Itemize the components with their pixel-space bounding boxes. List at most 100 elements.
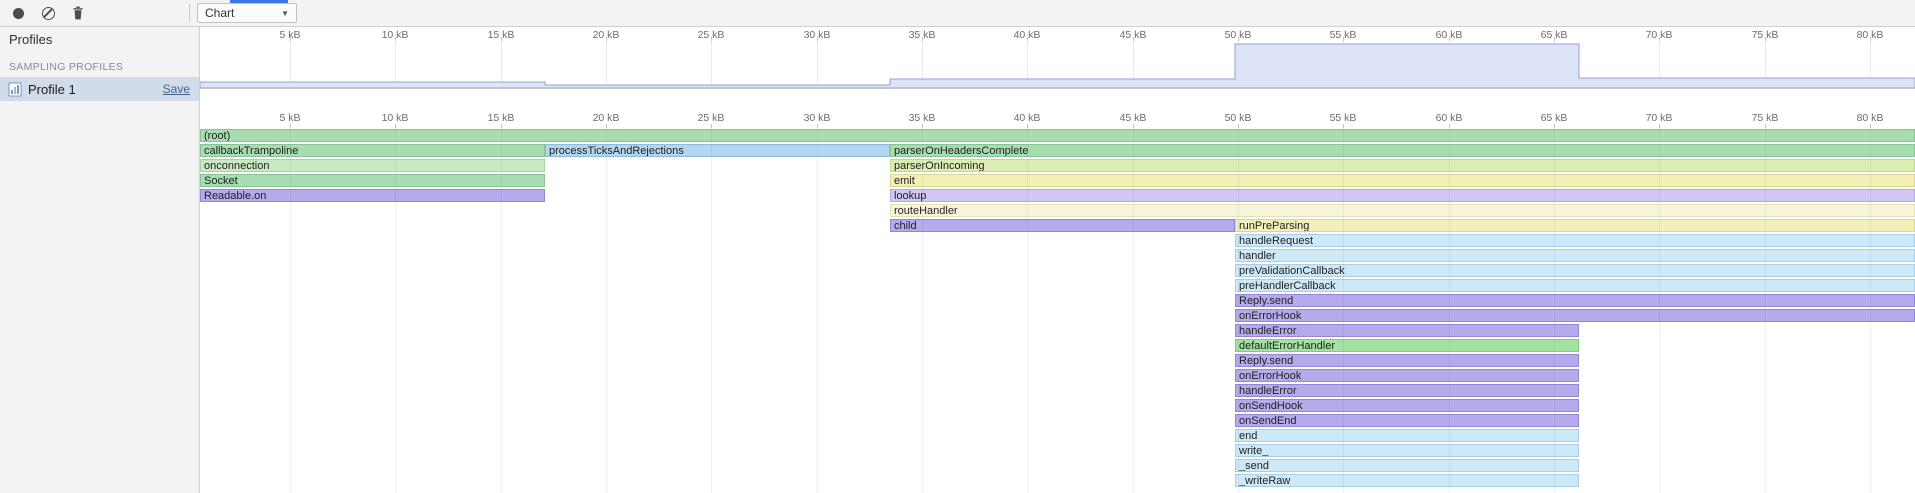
sidebar: Profiles SAMPLING PROFILES Profile 1 Sav…: [0, 27, 200, 493]
flame-bar[interactable]: onconnection: [200, 159, 545, 172]
profile-icon: [8, 82, 22, 97]
flame-bar[interactable]: emit: [890, 174, 1915, 187]
flame-bar[interactable]: routeHandler: [890, 204, 1915, 217]
ruler-tick-label: 35 kB: [909, 112, 936, 124]
ruler-tick-label: 25 kB: [698, 112, 725, 124]
ruler-tick-label: 80 kB: [1857, 112, 1884, 124]
flame-row: preHandlerCallback: [200, 278, 1915, 293]
delete-profile-button[interactable]: [65, 1, 91, 25]
flame-bar[interactable]: lookup: [890, 189, 1915, 202]
ruler-tick-label: 70 kB: [1646, 29, 1673, 41]
flame-row: handleError: [200, 323, 1915, 338]
toolbar-divider: [189, 4, 190, 22]
view-mode-select[interactable]: Chart ▼: [197, 3, 297, 23]
ruler-tick-label: 30 kB: [804, 29, 831, 41]
flame-row: preValidationCallback: [200, 263, 1915, 278]
profile-name: Profile 1: [28, 82, 76, 97]
chart-area: 5 kB 10 kB 15 kB 20 kB 25 kB 30 kB 35 kB 40 kB 4…: [200, 27, 1915, 493]
flame-bar[interactable]: Reply.send: [1235, 294, 1915, 307]
flame-row: routeHandler: [200, 203, 1915, 218]
ruler-tick-label: 10 kB: [382, 29, 409, 41]
flame-row: Readable.on lookup: [200, 188, 1915, 203]
flame-row: onSendEnd: [200, 413, 1915, 428]
flame-bar[interactable]: write_: [1235, 444, 1579, 457]
flame-row: Socket emit: [200, 173, 1915, 188]
sidebar-item-profile-1[interactable]: Profile 1 Save: [0, 77, 199, 101]
flame-rows: (root)callbackTrampolineprocessTicksAndR…: [200, 128, 1915, 493]
flame-bar[interactable]: (root): [200, 129, 1915, 142]
toolbar: Chart ▼: [0, 0, 1915, 27]
flame-bar[interactable]: _writeRaw: [1235, 474, 1579, 487]
flame-bar[interactable]: onErrorHook: [1235, 309, 1915, 322]
flame-bar[interactable]: parserOnIncoming: [890, 159, 1915, 172]
flame-bar[interactable]: onSendHook: [1235, 399, 1579, 412]
ruler-tick-label: 20 kB: [593, 29, 620, 41]
ruler-tick-label: 65 kB: [1541, 29, 1568, 41]
ruler-tick-label: 65 kB: [1541, 112, 1568, 124]
flame-bar[interactable]: Reply.send: [1235, 354, 1579, 367]
ruler-tick-label: 75 kB: [1752, 112, 1779, 124]
chevron-down-icon: ▼: [281, 9, 289, 18]
flame-row: childrunPreParsing: [200, 218, 1915, 233]
flame-bar[interactable]: preValidationCallback: [1235, 264, 1915, 277]
flame-bar[interactable]: child: [890, 219, 1235, 232]
flame-bar[interactable]: onSendEnd: [1235, 414, 1579, 427]
flame-bar[interactable]: processTicksAndRejections: [545, 144, 890, 157]
ruler-tick-label: 55 kB: [1330, 29, 1357, 41]
ruler-tick-label: 5 kB: [279, 112, 300, 124]
ruler-tick-label: 15 kB: [488, 29, 515, 41]
overview-graph[interactable]: [200, 41, 1915, 88]
flame-row: onErrorHook: [200, 368, 1915, 383]
flame-bar[interactable]: runPreParsing: [1235, 219, 1915, 232]
flame-bar[interactable]: handleError: [1235, 384, 1579, 397]
ruler-tick-label: 5 kB: [279, 29, 300, 41]
ruler-tick-label: 30 kB: [804, 112, 831, 124]
flame-row: (root): [200, 128, 1915, 143]
sampling-profiles-header: SAMPLING PROFILES: [0, 53, 199, 77]
ruler-tick-label: 75 kB: [1752, 29, 1779, 41]
ruler-tick-label: 45 kB: [1120, 29, 1147, 41]
ruler-tick-label: 50 kB: [1225, 112, 1252, 124]
flame-bar[interactable]: end: [1235, 429, 1579, 442]
memory-profiler-panel: Chart ▼ Profiles SAMPLING PROFILES Profi…: [0, 0, 1915, 493]
ruler-tick-label: 35 kB: [909, 29, 936, 41]
flame-bar[interactable]: handleRequest: [1235, 234, 1915, 247]
ruler-tick-label: 20 kB: [593, 112, 620, 124]
record-icon: [13, 8, 24, 19]
ruler-tick-label: 40 kB: [1014, 112, 1041, 124]
ruler-tick-label: 70 kB: [1646, 112, 1673, 124]
flame-bar[interactable]: _send: [1235, 459, 1579, 472]
flame-row: write_: [200, 443, 1915, 458]
active-tab-indicator: [230, 0, 288, 3]
flame-row: handler: [200, 248, 1915, 263]
ruler-tick-label: 45 kB: [1120, 112, 1147, 124]
flame-bar[interactable]: callbackTrampoline: [200, 144, 545, 157]
ruler-tick-label: 60 kB: [1436, 112, 1463, 124]
flame-row: defaultErrorHandler: [200, 338, 1915, 353]
ruler-tick-label: 60 kB: [1436, 29, 1463, 41]
flame-bar[interactable]: handleError: [1235, 324, 1579, 337]
overview-ruler: 5 kB10 kB15 kB20 kB25 kB30 kB35 kB40 kB4…: [200, 27, 1915, 41]
ruler-tick-label: 40 kB: [1014, 29, 1041, 41]
ruler-tick-label: 15 kB: [488, 112, 515, 124]
record-button[interactable]: [5, 1, 31, 25]
flame-row: Reply.send: [200, 293, 1915, 308]
flame-bar[interactable]: handler: [1235, 249, 1915, 262]
flame-bar[interactable]: onErrorHook: [1235, 369, 1579, 382]
flame-bar[interactable]: preHandlerCallback: [1235, 279, 1915, 292]
flame-row: Reply.send: [200, 353, 1915, 368]
flame-bar[interactable]: Socket: [200, 174, 545, 187]
clear-icon: [42, 7, 55, 20]
clear-profiles-button[interactable]: [35, 1, 61, 25]
flame-row: callbackTrampolineprocessTicksAndRejecti…: [200, 143, 1915, 158]
flame-bar[interactable]: parserOnHeadersComplete: [890, 144, 1915, 157]
flame-row: end: [200, 428, 1915, 443]
save-profile-link[interactable]: Save: [163, 82, 190, 96]
sidebar-item-profiles[interactable]: Profiles: [0, 27, 199, 53]
flame-bar[interactable]: defaultErrorHandler: [1235, 339, 1579, 352]
flame-bar[interactable]: Readable.on: [200, 189, 545, 202]
flame-row: onSendHook: [200, 398, 1915, 413]
trash-icon: [72, 6, 84, 20]
flame-row: handleError: [200, 383, 1915, 398]
flame-row: handleRequest: [200, 233, 1915, 248]
